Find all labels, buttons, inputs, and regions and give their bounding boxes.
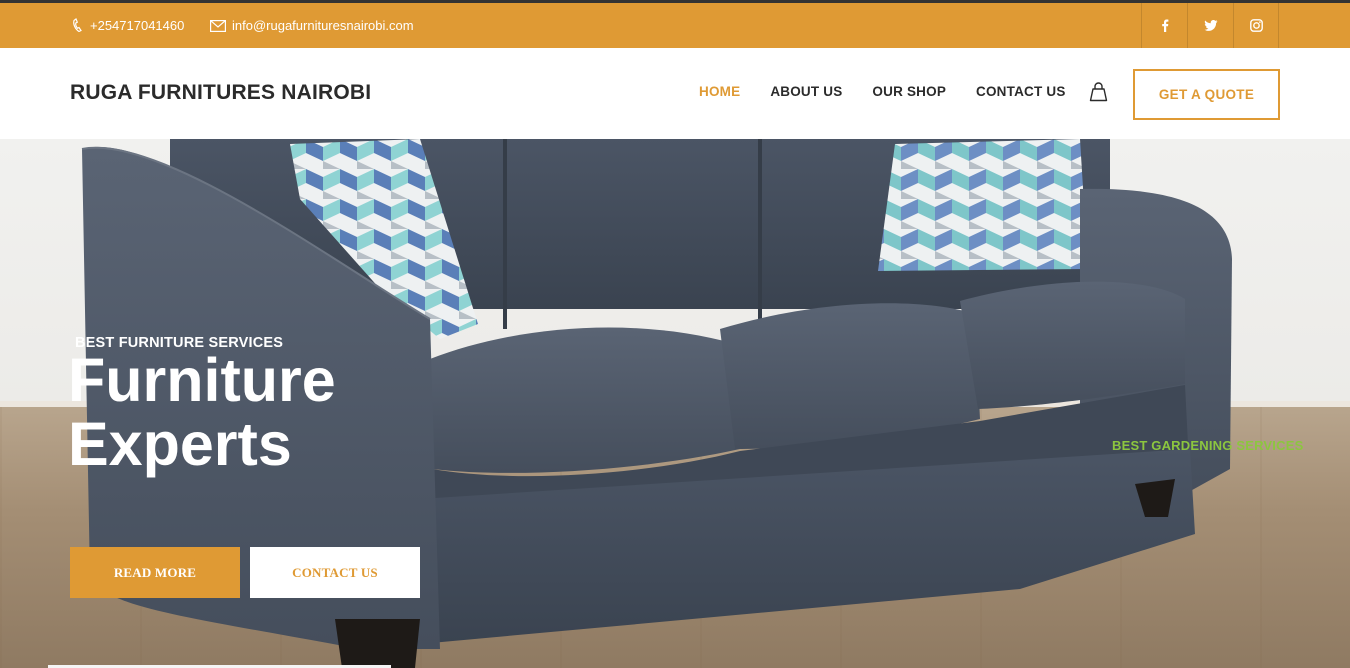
- main-header: RUGA FURNITURES NAIROBI HOME ABOUT US OU…: [0, 48, 1350, 139]
- social-links: [1141, 3, 1279, 48]
- email-address: info@rugafurnituresnairobi.com: [232, 18, 414, 33]
- nav-our-shop[interactable]: OUR SHOP: [872, 84, 946, 99]
- hero-banner: BEST FURNITURE SERVICES Furniture Expert…: [0, 139, 1350, 668]
- instagram-link[interactable]: [1233, 3, 1279, 48]
- phone-contact[interactable]: +254717041460: [72, 3, 184, 48]
- facebook-icon: [1161, 19, 1168, 32]
- instagram-icon: [1249, 19, 1263, 32]
- phone-icon: [73, 18, 82, 33]
- twitter-icon: [1203, 20, 1217, 31]
- side-slide-caption: BEST GARDENING SERVICES: [1112, 438, 1304, 453]
- top-contact-bar: +254717041460 info@rugafurnituresnairobi…: [0, 3, 1350, 48]
- phone-number: +254717041460: [90, 18, 185, 33]
- site-logo[interactable]: RUGA FURNITURES NAIROBI: [70, 81, 371, 105]
- twitter-link[interactable]: [1187, 3, 1233, 48]
- shopping-bag-icon: [1089, 82, 1108, 102]
- contact-us-button[interactable]: CONTACT US: [250, 547, 420, 598]
- read-more-button[interactable]: READ MORE: [70, 547, 240, 598]
- cart-button[interactable]: [1089, 82, 1108, 107]
- hero-headline-line1: Furniture: [68, 346, 336, 414]
- nav-about-us[interactable]: ABOUT US: [770, 84, 842, 99]
- main-nav: HOME ABOUT US OUR SHOP CONTACT US: [699, 84, 1096, 99]
- email-contact[interactable]: info@rugafurnituresnairobi.com: [210, 3, 414, 48]
- get-a-quote-button[interactable]: GET A QUOTE: [1133, 69, 1280, 120]
- hero-headline: Furniture Experts: [68, 348, 336, 476]
- nav-contact-us[interactable]: CONTACT US: [976, 84, 1066, 99]
- facebook-link[interactable]: [1141, 3, 1187, 48]
- envelope-icon: [210, 19, 226, 32]
- nav-home[interactable]: HOME: [699, 84, 740, 99]
- hero-headline-line2: Experts: [68, 410, 292, 478]
